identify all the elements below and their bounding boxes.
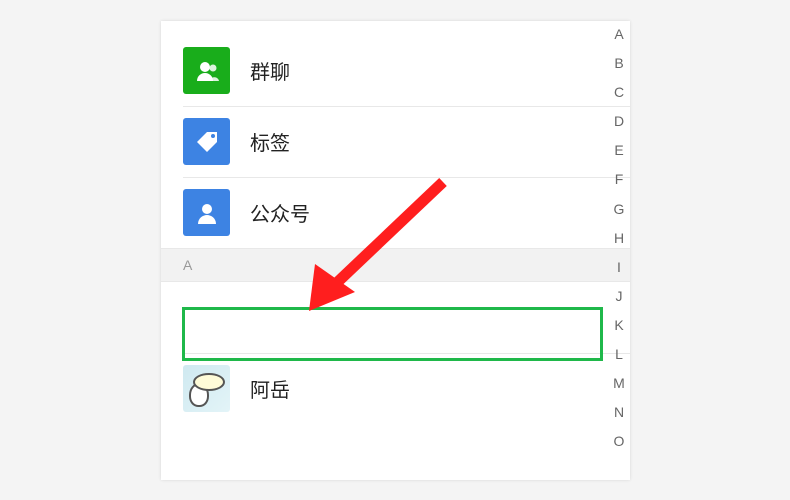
divider [183, 353, 630, 354]
list-item-official-accounts[interactable]: 公众号 [161, 177, 630, 248]
list-item-tags[interactable]: 标签 [161, 106, 630, 177]
index-letter-O[interactable]: O [614, 427, 625, 456]
index-letter-J[interactable]: J [616, 282, 623, 311]
index-letter-C[interactable]: C [614, 78, 624, 107]
list-item-label: 群聊 [250, 56, 290, 85]
contact-row-empty[interactable] [161, 282, 630, 353]
index-letter-M[interactable]: M [613, 369, 625, 398]
tag-icon [183, 118, 230, 165]
index-letter-B[interactable]: B [614, 49, 623, 78]
divider [183, 177, 630, 178]
index-letter-K[interactable]: K [614, 311, 623, 340]
avatar [183, 365, 230, 412]
official-account-icon [183, 189, 230, 236]
contact-row[interactable]: 阿岳 [161, 353, 630, 424]
contacts-screen: 群聊 标签 公众号 A 阿岳 ABC [161, 21, 630, 480]
index-letter-N[interactable]: N [614, 398, 624, 427]
divider [183, 106, 630, 107]
index-letter-G[interactable]: G [614, 195, 625, 224]
index-letter-F[interactable]: F [615, 165, 624, 194]
index-letter-E[interactable]: E [614, 136, 623, 165]
index-letter-L[interactable]: L [615, 340, 623, 369]
index-letter-I[interactable]: I [617, 253, 621, 282]
section-letter: A [183, 257, 192, 273]
list-item-group-chat[interactable]: 群聊 [161, 35, 630, 106]
list-item-label: 标签 [250, 127, 290, 156]
index-letter-H[interactable]: H [614, 224, 624, 253]
index-letter-D[interactable]: D [614, 107, 624, 136]
list-item-label: 公众号 [250, 198, 310, 227]
section-header: A [161, 248, 630, 282]
contact-name: 阿岳 [250, 374, 290, 403]
group-chat-icon [183, 47, 230, 94]
index-letter-A[interactable]: A [614, 21, 623, 49]
alphabet-index-bar[interactable]: ABCDEFGHIJKLMNO [609, 21, 629, 456]
